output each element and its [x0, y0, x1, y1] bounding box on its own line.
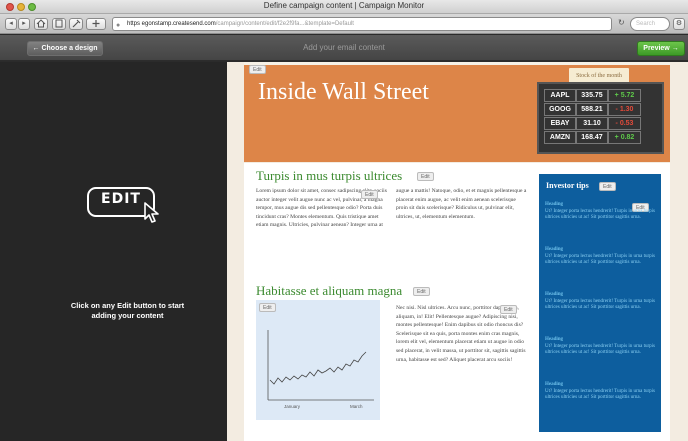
stock-change: + 0.82	[608, 131, 641, 144]
lock-icon: ●	[116, 22, 121, 29]
edit-text-button[interactable]: Edit	[500, 305, 517, 314]
stock-value: 588.21	[576, 103, 608, 116]
sidebar-title: Investor tips	[546, 181, 589, 190]
chart-x-label: March	[350, 404, 363, 409]
app-header: ← Choose a design Add your email content…	[0, 35, 688, 61]
newsletter-title: Inside Wall Street	[258, 79, 429, 105]
title-bar: Define campaign content | Campaign Monit…	[0, 0, 688, 14]
stock-change: - 1.30	[608, 103, 641, 116]
bookmarks-button[interactable]	[52, 18, 66, 30]
sidebar-tip: Heading Ut? Integer porta lectus hendrer…	[545, 292, 655, 312]
home-icon	[36, 19, 46, 28]
section-text-column: augue a mattis! Natoque, odio, et et mag…	[396, 188, 527, 220]
sidebar-tip: Heading Ut? Integer porta lectus hendrer…	[545, 382, 655, 402]
preview-button[interactable]: Preview →	[637, 41, 685, 56]
window-title: Define campaign content | Campaign Monit…	[263, 1, 425, 10]
edit-sidebar-title-button[interactable]: Edit	[599, 182, 616, 191]
section-heading: Habitasse et aliquam magna	[256, 283, 403, 298]
tip-text: Ut? Integer porta lectus hendrerit! Turp…	[545, 388, 655, 401]
tip-text: Ut? Integer porta lectus hendrerit! Turp…	[545, 208, 655, 221]
home-button[interactable]	[34, 18, 48, 30]
stock-change: - 0.53	[608, 117, 641, 130]
url-host: https egonstamp.createsend.com	[127, 21, 216, 27]
email-canvas: Edit Inside Wall Street Stock of the mon…	[227, 62, 688, 441]
stock-value: 31.10	[576, 117, 608, 130]
stock-symbol: EBAY	[544, 117, 576, 130]
edit-heading-button[interactable]: Edit	[417, 172, 434, 181]
header-stripe	[244, 62, 670, 65]
plus-icon	[92, 20, 100, 27]
stock-value: 168.47	[576, 131, 608, 144]
sidebar-tip: Heading Ut? Integer porta lectus hendrer…	[545, 247, 655, 267]
stock-row: AAPL 335.75 + 5.72	[544, 89, 657, 102]
edit-header-button[interactable]: Edit	[249, 65, 266, 74]
stock-row: AMZN 168.47 + 0.82	[544, 131, 657, 144]
page-title: Add your email content	[303, 43, 385, 52]
browser-window: Define campaign content | Campaign Monit…	[0, 0, 688, 441]
stock-table: AAPL 335.75 + 5.72 GOOG 588.21 - 1.30 EB…	[537, 82, 664, 154]
chart-graphic	[267, 330, 374, 401]
instruction-panel: EDIT Click on any Edit button to start a…	[0, 62, 227, 441]
stock-row: EBAY 31.10 - 0.53	[544, 117, 657, 130]
chart-x-label: January	[284, 404, 301, 409]
edit-illustration: EDIT	[87, 184, 165, 224]
back-button[interactable]: ◂	[5, 18, 17, 30]
gear-icon[interactable]: ⚙	[673, 18, 685, 30]
stock-value: 335.75	[576, 89, 608, 102]
stock-symbol: AMZN	[544, 131, 576, 144]
stock-symbol: AAPL	[544, 89, 576, 102]
browser-toolbar: ◂ ▸ ● https egonstamp.createsend.com/cam…	[0, 14, 688, 34]
url-path: /campaign/content/edit/f2e2f9fa...&templ…	[215, 21, 354, 27]
stock-change: + 5.72	[608, 89, 641, 102]
forward-button[interactable]: ▸	[18, 18, 30, 30]
sidebar-tip: Heading Ut? Integer porta lectus hendrer…	[545, 202, 655, 222]
chart-image: Edit January March	[256, 300, 380, 420]
reload-icon[interactable]: ↻	[618, 18, 625, 27]
search-field[interactable]: Search	[630, 17, 670, 31]
bookmark-icon	[55, 19, 63, 28]
back-arrow-icon: ◂	[9, 20, 13, 27]
chart-series-line	[269, 351, 367, 385]
tools-button[interactable]	[69, 18, 83, 30]
stock-row: GOOG 588.21 - 1.30	[544, 103, 657, 116]
forward-arrow-icon: ▸	[22, 20, 26, 27]
tip-text: Ut? Integer porta lectus hendrerit! Turp…	[545, 298, 655, 311]
edit-instruction-text: Click on any Edit button to start adding…	[70, 301, 185, 320]
wrench-icon	[72, 19, 81, 28]
cursor-arrow-icon	[144, 202, 159, 223]
edit-text-button[interactable]: Edit	[361, 190, 378, 199]
add-bookmark-button[interactable]	[86, 18, 106, 30]
section-heading: Turpis in mus turpis ultrices	[256, 168, 403, 183]
address-bar[interactable]: ● https egonstamp.createsend.com/campaig…	[112, 17, 612, 31]
investor-tips-sidebar: Investor tips Edit Edit Heading Ut? Inte…	[539, 174, 661, 432]
tip-text: Ut? Integer porta lectus hendrerit! Turp…	[545, 253, 655, 266]
sidebar-tip: Heading Ut? Integer porta lectus hendrer…	[545, 337, 655, 357]
tip-text: Ut? Integer porta lectus hendrerit! Turp…	[545, 343, 655, 356]
edit-heading-button[interactable]: Edit	[413, 287, 430, 296]
stock-symbol: GOOG	[544, 103, 576, 116]
